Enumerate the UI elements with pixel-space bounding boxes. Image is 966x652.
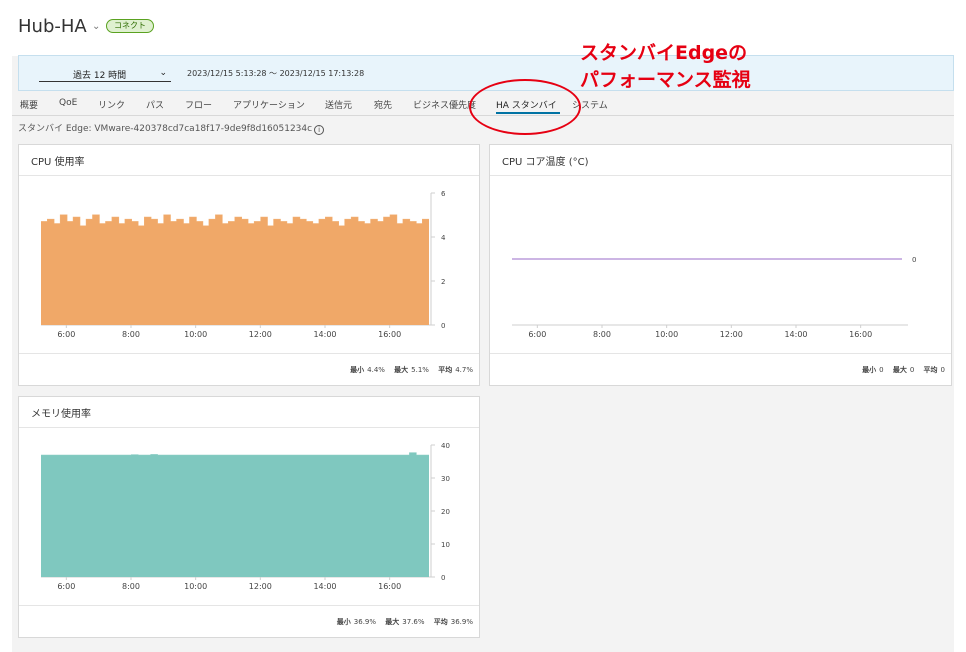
x-tick-label: 14:00: [313, 330, 336, 339]
y-tick-label: 6: [441, 190, 446, 198]
y-tick-label: 0: [912, 256, 916, 264]
stat-avg-label: 平均: [923, 366, 938, 374]
x-tick-label: 12:00: [720, 330, 743, 339]
x-tick-label: 6:00: [528, 330, 546, 339]
cpu-chart: 6:00 8:00 10:00 12:00 14:00 16:00 0 2 4 6: [41, 190, 446, 339]
area-series: [41, 452, 429, 577]
tab-destinations[interactable]: 宛先: [374, 98, 392, 111]
page-title: Hub-HA: [18, 16, 87, 37]
x-tick-label: 8:00: [593, 330, 611, 339]
x-tick-label: 8:00: [122, 330, 140, 339]
y-tick-label: 0: [441, 574, 445, 582]
annotation-line-2: パフォーマンス監視: [580, 69, 751, 91]
divider: [19, 175, 479, 176]
card-title: メモリ使用率: [31, 409, 91, 420]
divider: [490, 353, 951, 354]
highlight-circle: [469, 79, 581, 135]
time-range-select[interactable]: 過去 12 時間 ⌄: [39, 66, 171, 82]
area-series: [41, 215, 429, 325]
tab-overview[interactable]: 概要: [20, 98, 38, 111]
memory-chart: 6:00 8:00 10:00 12:00 14:00 16:00 0 10 20 30 40: [41, 442, 450, 591]
divider: [19, 427, 479, 428]
stat-max-label: 最大: [394, 366, 409, 374]
x-tick-label: 14:00: [313, 582, 336, 591]
cpu-stats: 最小 4.4% 最大 5.1% 平均 4.7%: [343, 365, 473, 375]
x-tick-label: 10:00: [184, 330, 207, 339]
x-tick-label: 16:00: [378, 330, 401, 339]
y-tick-label: 10: [441, 541, 450, 549]
y-tick-label: 40: [441, 442, 450, 450]
divider: [490, 175, 951, 176]
stat-max-value: 37.6%: [402, 618, 425, 626]
stat-min-value: 4.4%: [367, 366, 385, 374]
area-series-outline: [41, 452, 429, 456]
stat-max-label: 最大: [892, 366, 907, 374]
stat-avg-value: 36.9%: [450, 618, 473, 626]
stat-min-label: 最小: [862, 366, 877, 374]
time-range-text: 2023/12/15 5:13:28 ～ 2023/12/15 17:13:28: [187, 69, 365, 78]
stat-max-value: 0: [909, 366, 915, 374]
card-title: CPU コア温度 (°C): [502, 157, 589, 168]
memory-usage-card: メモリ使用率 6:00 8:00 10:00 12:00 14:00 16:00 0 10 20…: [18, 396, 480, 638]
cpu-temperature-card: CPU コア温度 (°C) 6:00 8:00 10:00 12:00 14:00 16:…: [489, 144, 952, 386]
x-tick-label: 12:00: [249, 330, 272, 339]
x-tick-label: 16:00: [849, 330, 872, 339]
stat-min-value: 36.9%: [353, 618, 377, 626]
tab-flows[interactable]: フロー: [185, 98, 212, 111]
status-badge: コネクト: [106, 19, 154, 33]
annotation-callout: スタンバイEdgeの パフォーマンス監視: [580, 40, 751, 94]
stat-avg-value: 0: [940, 366, 945, 374]
tab-links[interactable]: リンク: [98, 98, 125, 111]
stat-avg-label: 平均: [433, 618, 448, 626]
y-tick-label: 20: [441, 508, 450, 516]
annotation-line-1: スタンバイEdgeの: [580, 42, 748, 64]
x-tick-label: 10:00: [655, 330, 678, 339]
x-tick-label: 6:00: [57, 582, 75, 591]
time-range-label: 過去 12 時間: [73, 71, 127, 81]
chevron-down-icon[interactable]: ⌄: [92, 21, 100, 32]
y-tick-label: 30: [441, 475, 450, 483]
temperature-stats: 最小 0 最大 0 平均 0: [855, 365, 945, 375]
stat-avg-label: 平均: [438, 366, 453, 374]
chevron-down-icon: ⌄: [159, 68, 167, 78]
stat-min-label: 最小: [350, 366, 365, 374]
x-tick-label: 14:00: [784, 330, 807, 339]
x-tick-label: 8:00: [122, 582, 140, 591]
temperature-chart: 6:00 8:00 10:00 12:00 14:00 16:00 0: [512, 256, 916, 339]
divider: [19, 605, 479, 606]
stat-min-value: 0: [879, 366, 884, 374]
info-icon[interactable]: i: [314, 125, 325, 135]
page-header: Hub-HA ⌄ コネクト: [12, 12, 954, 56]
x-tick-label: 10:00: [184, 582, 207, 591]
stat-avg-value: 4.7%: [455, 366, 473, 374]
stat-max-value: 5.1%: [411, 366, 429, 374]
tab-applications[interactable]: アプリケーション: [233, 98, 305, 111]
y-tick-label: 2: [441, 278, 445, 286]
standby-edge-info: スタンバイ Edge: VMware-420378cd7ca18f17-9de9…: [18, 121, 325, 135]
x-tick-label: 12:00: [249, 582, 272, 591]
x-tick-label: 6:00: [57, 330, 75, 339]
stat-max-label: 最大: [385, 618, 400, 626]
cpu-usage-card: CPU 使用率 6:00 8:00 10:00 12:00 14:00 16:00 0 2 4 6…: [18, 144, 480, 386]
x-tick-label: 16:00: [378, 582, 401, 591]
y-tick-label: 0: [441, 322, 445, 330]
card-title: CPU 使用率: [31, 157, 85, 168]
tab-qoe[interactable]: QoE: [59, 98, 77, 108]
y-tick-label: 4: [441, 234, 446, 242]
standby-edge-label: スタンバイ Edge: VMware-420378cd7ca18f17-9de9…: [18, 124, 313, 134]
tab-sources[interactable]: 送信元: [325, 98, 352, 111]
memory-stats: 最小 36.9% 最大 37.6% 平均 36.9%: [330, 617, 473, 627]
tab-business-priority[interactable]: ビジネス優先度: [413, 98, 476, 111]
divider: [19, 353, 479, 354]
stat-min-label: 最小: [336, 618, 351, 626]
tab-paths[interactable]: パス: [146, 98, 164, 111]
